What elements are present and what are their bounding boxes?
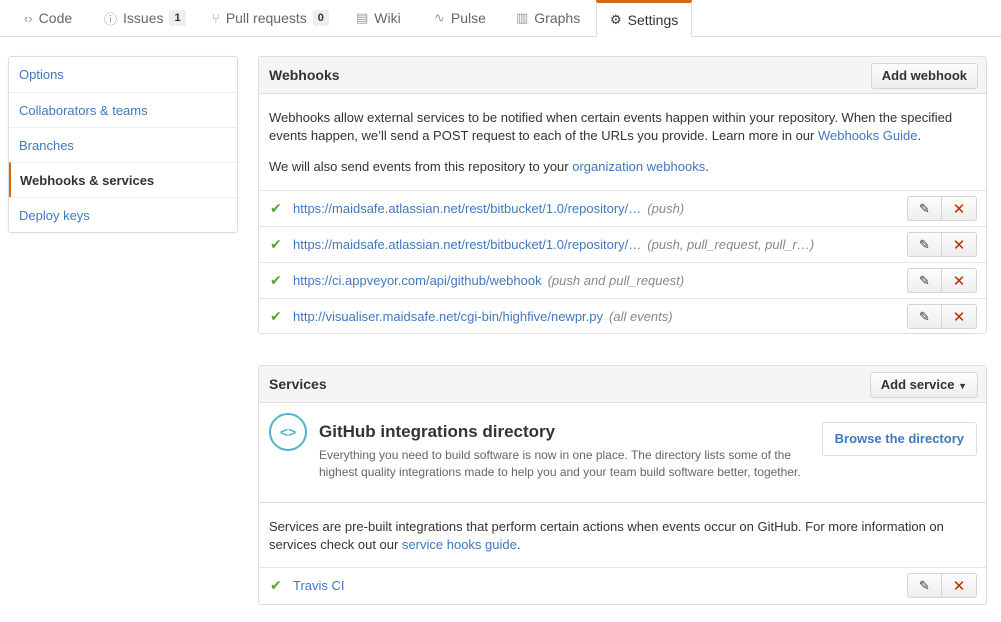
tab-label: Pull requests	[225, 10, 307, 26]
tab-settings[interactable]: ⚙ Settings	[596, 0, 693, 37]
webhooks-title: Webhooks	[269, 67, 340, 83]
punct: .	[516, 537, 521, 552]
add-service-label: Add service	[880, 377, 955, 392]
tab-wiki[interactable]: ▤ Wiki	[356, 0, 401, 36]
delete-webhook-button[interactable]: ✕	[942, 232, 977, 257]
webhook-url-link[interactable]: https://maidsafe.atlassian.net/rest/bitb…	[293, 201, 641, 216]
org-note-text: We will also send events from this repos…	[269, 159, 573, 174]
webhook-events: (push and pull_request)	[547, 273, 685, 288]
punct: .	[705, 159, 709, 174]
x-icon: ✕	[952, 577, 966, 595]
tab-label: Wiki	[374, 10, 401, 26]
punct: .	[917, 128, 922, 143]
service-hooks-guide-link[interactable]: service hooks guide	[402, 537, 517, 552]
tab-label: Pulse	[450, 10, 486, 26]
webhooks-header: Webhooks Add webhook	[259, 57, 986, 94]
webhooks-org-note: We will also send events from this repos…	[259, 158, 986, 176]
webhook-url-link[interactable]: https://ci.appveyor.com/api/github/webho…	[293, 273, 542, 288]
tab-label: Settings	[627, 11, 679, 28]
code-icon: ‹›	[24, 10, 33, 26]
edit-webhook-button[interactable]: ✎	[907, 196, 942, 221]
service-name-link[interactable]: Travis CI	[293, 578, 345, 593]
webhook-row: ✔ https://maidsafe.atlassian.net/rest/bi…	[259, 226, 986, 262]
edit-webhook-button[interactable]: ✎	[907, 268, 942, 293]
pencil-icon: ✎	[919, 577, 930, 593]
tab-code[interactable]: ‹› Code	[24, 0, 72, 36]
delete-webhook-button[interactable]: ✕	[942, 304, 977, 329]
services-desc-text: Services are pre-built integrations that…	[269, 519, 944, 552]
add-webhook-button[interactable]: Add webhook	[870, 63, 978, 89]
delete-webhook-button[interactable]: ✕	[942, 196, 977, 221]
x-icon: ✕	[952, 308, 966, 326]
issues-count-badge: 1	[169, 10, 186, 26]
webhook-url-link[interactable]: http://visualiser.maidsafe.net/cgi-bin/h…	[293, 309, 603, 324]
tab-issues[interactable]: ⓘ Issues 1	[104, 0, 186, 36]
delete-service-button[interactable]: ✕	[942, 573, 977, 598]
webhook-events: (all events)	[609, 309, 673, 324]
tab-label: Graphs	[534, 10, 581, 26]
check-icon: ✔	[270, 236, 282, 252]
repo-tabnav: ‹› Code ⓘ Issues 1 ⑂ Pull requests 0 ▤ W…	[0, 0, 1001, 37]
edit-webhook-button[interactable]: ✎	[907, 232, 942, 257]
webhook-row: ✔ https://maidsafe.atlassian.net/rest/bi…	[259, 190, 986, 226]
x-icon: ✕	[952, 200, 966, 218]
pencil-icon: ✎	[919, 272, 930, 288]
services-header: Services Add service ▼	[259, 366, 986, 403]
pull-requests-count-badge: 0	[312, 10, 329, 26]
issue-icon: ⓘ	[104, 11, 118, 27]
x-icon: ✕	[952, 236, 966, 254]
gear-icon: ⚙	[610, 11, 622, 27]
tab-label: Code	[38, 10, 73, 26]
services-box: Services Add service ▼ <> GitHub integra…	[258, 365, 987, 605]
add-service-button[interactable]: Add service ▼	[869, 372, 978, 398]
integrations-icon: <>	[269, 413, 307, 451]
service-row: ✔ Travis CI ✎ ✕	[259, 567, 986, 603]
sidebar-item-collaborators[interactable]: Collaborators & teams	[9, 92, 237, 127]
webhooks-description: Webhooks allow external services to be n…	[259, 109, 986, 145]
tab-label: Issues	[123, 10, 164, 26]
sidebar-item-branches[interactable]: Branches	[9, 127, 237, 162]
integrations-description: Everything you need to build software is…	[319, 448, 801, 479]
webhook-url-link[interactable]: https://maidsafe.atlassian.net/rest/bitb…	[293, 237, 641, 252]
sidebar-item-options[interactable]: Options	[9, 57, 237, 92]
check-icon: ✔	[270, 200, 282, 216]
webhook-row: ✔ https://ci.appveyor.com/api/github/web…	[259, 262, 986, 298]
integrations-directory-banner: <> GitHub integrations directory Everyth…	[259, 403, 986, 503]
integrations-title: GitHub integrations directory	[319, 422, 556, 441]
services-description: Services are pre-built integrations that…	[259, 518, 986, 554]
tab-pulse[interactable]: ∿ Pulse	[434, 0, 486, 36]
wiki-icon: ▤	[356, 10, 369, 25]
sidebar-item-webhooks[interactable]: Webhooks & services	[9, 162, 237, 197]
services-title: Services	[269, 376, 327, 392]
pencil-icon: ✎	[919, 236, 930, 252]
check-icon: ✔	[270, 272, 282, 288]
sidebar-item-deploy-keys[interactable]: Deploy keys	[9, 197, 237, 232]
settings-sidebar: Options Collaborators & teams Branches W…	[8, 56, 238, 233]
edit-webhook-button[interactable]: ✎	[907, 304, 942, 329]
check-icon: ✔	[270, 577, 282, 593]
browse-directory-button[interactable]: Browse the directory	[821, 422, 977, 456]
webhooks-box: Webhooks Add webhook Webhooks allow exte…	[258, 56, 987, 334]
delete-webhook-button[interactable]: ✕	[942, 268, 977, 293]
pencil-icon: ✎	[919, 308, 930, 324]
graph-icon: ▥	[516, 10, 529, 25]
tab-pull-requests[interactable]: ⑂ Pull requests 0	[212, 0, 329, 36]
webhooks-guide-link[interactable]: Webhooks Guide	[818, 128, 918, 143]
x-icon: ✕	[952, 272, 966, 290]
pulse-icon: ∿	[434, 10, 445, 25]
webhook-events: (push, pull_request, pull_r…)	[647, 237, 815, 252]
tab-graphs[interactable]: ▥ Graphs	[516, 0, 580, 36]
webhook-events: (push)	[647, 201, 685, 216]
pencil-icon: ✎	[919, 200, 930, 216]
check-icon: ✔	[270, 308, 282, 324]
webhook-row: ✔ http://visualiser.maidsafe.net/cgi-bin…	[259, 298, 986, 334]
pull-request-icon: ⑂	[212, 10, 220, 26]
organization-webhooks-link[interactable]: organization webhooks	[572, 159, 705, 174]
edit-service-button[interactable]: ✎	[907, 573, 942, 598]
caret-down-icon: ▼	[958, 381, 967, 391]
